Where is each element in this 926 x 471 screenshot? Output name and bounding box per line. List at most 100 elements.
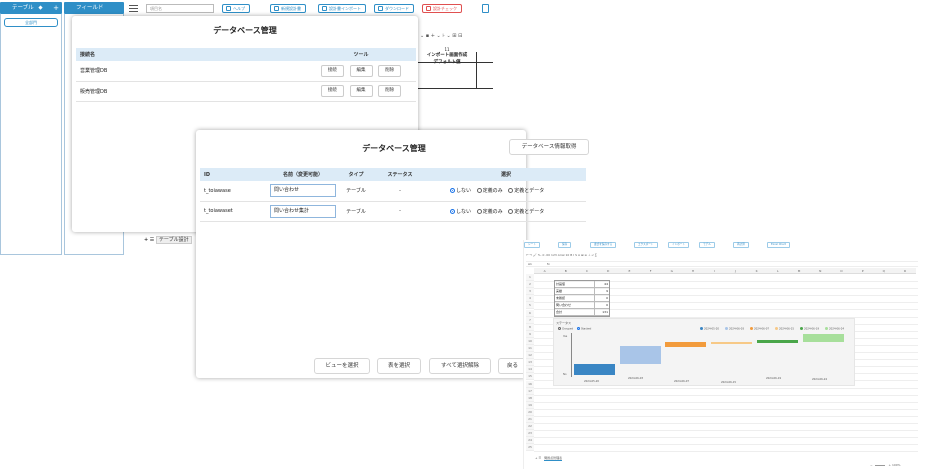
chart-legend-item[interactable]: 2024-06-19 (800, 327, 819, 331)
ss-row-header[interactable]: 11 (526, 345, 534, 352)
ss-row-header[interactable]: 22 (526, 423, 534, 431)
ss-table-value[interactable]: 9 (595, 288, 609, 294)
delete-button[interactable]: 削除 (378, 85, 402, 97)
search-input[interactable]: 項目名 (146, 4, 214, 13)
ss-export-button[interactable]: エクスポート (634, 242, 658, 248)
download-button[interactable]: ダウンロード (374, 4, 414, 13)
ss-column-header[interactable]: H (682, 268, 704, 274)
ss-row-header[interactable]: 8 (526, 323, 534, 331)
all-departments-button[interactable]: 全部門 (4, 18, 58, 27)
ss-row-header[interactable]: 1 (526, 274, 534, 281)
ss-row-header[interactable]: 9 (526, 330, 534, 338)
select-views-button[interactable]: ビューを選択 (314, 358, 370, 374)
ss-column-header[interactable]: I (703, 268, 725, 274)
ss-import-button[interactable]: インポート (668, 242, 689, 248)
ss-column-header[interactable]: N (809, 268, 831, 274)
connect-button[interactable]: 接続 (320, 64, 344, 77)
ss-column-header[interactable]: A (534, 268, 556, 274)
ss-row-header[interactable]: 18 (526, 394, 534, 402)
help-button[interactable]: ヘルプ (222, 4, 250, 13)
ss-row-header[interactable]: 2 (526, 281, 534, 289)
ss-row-header[interactable]: 13 (526, 359, 534, 367)
design-check-button[interactable]: 設計チェック (422, 4, 462, 13)
ss-table-label[interactable]: 合計 (555, 309, 595, 315)
table-panel-tab[interactable]: テーブル ◆ + (0, 2, 62, 14)
radio-definition-only[interactable] (476, 208, 482, 214)
table-dropdown-icon[interactable]: ◆ (38, 5, 42, 11)
connect-button[interactable]: 接続 (320, 85, 344, 97)
ss-column-header[interactable]: L (767, 268, 789, 274)
ss-model-button[interactable]: モデル (699, 242, 715, 248)
ss-column-header[interactable]: K (746, 268, 768, 274)
zoom-slider[interactable] (875, 464, 886, 466)
radio-definition-only[interactable] (476, 188, 482, 194)
zoom-out-icon[interactable]: − (870, 463, 873, 467)
ss-row-header[interactable]: 4 (526, 295, 534, 303)
ss-table-label[interactable]: 問い合わせ (555, 302, 595, 308)
chart-legend-item[interactable]: 2024-06-03 (725, 327, 744, 331)
edit-button[interactable]: 編集 (349, 64, 373, 77)
ss-row-header[interactable]: 5 (526, 302, 534, 310)
add-sheet-icon[interactable]: + (144, 237, 148, 243)
deselect-all-button[interactable]: すべて選択解除 (429, 358, 491, 374)
ss-table-value[interactable]: 0 (595, 295, 609, 301)
chart-legend-item[interactable]: 2024-06-15 (775, 327, 794, 331)
radio-definition-and-data[interactable] (508, 208, 514, 214)
chart-legend-item[interactable]: 2024-05-20 (700, 327, 719, 331)
ss-row-header[interactable]: 25 (526, 444, 534, 452)
ss-column-header[interactable]: O (830, 268, 852, 274)
grouped-radio[interactable] (558, 327, 561, 330)
ss-row-header[interactable]: 17 (526, 387, 534, 395)
ss-row-header[interactable]: 20 (526, 408, 534, 416)
ss-formula-bar[interactable]: A1 fx (526, 261, 918, 267)
ss-column-header[interactable]: Q (873, 268, 895, 274)
ss-row-header[interactable]: 7 (526, 316, 534, 324)
ss-table-label[interactable]: 実績 (555, 288, 595, 294)
select-tables-button[interactable]: 表を選択 (377, 358, 421, 374)
ss-row-header[interactable]: 24 (526, 437, 534, 445)
radio-definition-and-data[interactable] (508, 188, 514, 194)
ss-save-button[interactable]: 保存 (558, 242, 572, 248)
ss-table-label[interactable]: 計画値 (555, 281, 595, 287)
ss-column-header[interactable]: G (661, 268, 683, 274)
design-import-button[interactable]: 設計書インポート (318, 4, 366, 13)
delete-button[interactable]: 削除 (378, 64, 402, 77)
ss-row-header[interactable]: 23 (526, 430, 534, 438)
ss-row-header[interactable]: 14 (526, 366, 534, 374)
ss-sheet-button[interactable]: シート (524, 242, 540, 248)
zoom-in-icon[interactable]: + (888, 463, 891, 467)
sheet-list-icon[interactable]: ☰ (150, 237, 154, 243)
ss-column-header[interactable]: C (576, 268, 598, 274)
ss-row-header[interactable]: 15 (526, 373, 534, 381)
radio-none[interactable] (450, 188, 455, 194)
field-panel-tab[interactable]: フィールド (64, 2, 124, 14)
chart-legend-item[interactable]: 2024-06-24 (825, 327, 844, 331)
ss-table-value[interactable]: 0 (595, 302, 609, 308)
ss-column-header[interactable]: M (788, 268, 810, 274)
edit-button[interactable]: 編集 (349, 85, 373, 97)
menu-icon[interactable] (129, 5, 138, 12)
add-table-icon[interactable]: + (53, 2, 59, 14)
back-button[interactable]: 戻る (498, 358, 526, 374)
ss-excel-chart-button[interactable]: Excel Chart (767, 242, 790, 248)
ss-table-value[interactable]: 131 (595, 309, 609, 315)
ss-recalc-button[interactable]: 再計算 (733, 242, 749, 248)
ss-row-header[interactable]: 16 (526, 380, 534, 388)
new-design-button[interactable]: 新規設計書 (270, 4, 306, 13)
bg-bottom-tab[interactable]: + ☰ テーブル設計 (144, 236, 192, 244)
ss-row-header[interactable]: 6 (526, 309, 534, 317)
ss-row-header[interactable]: 3 (526, 288, 534, 296)
sheet-menu-icon[interactable]: ☰ (538, 456, 541, 460)
ss-row-header[interactable]: 12 (526, 352, 534, 360)
get-database-info-button[interactable]: データベース情報取得 (509, 139, 589, 155)
clipboard-icon[interactable] (482, 4, 489, 13)
ss-table-label[interactable]: 未確認 (555, 295, 595, 301)
sheet-tab[interactable]: 問題点管理表 (544, 456, 563, 461)
ss-column-header[interactable]: B (555, 268, 577, 274)
ss-column-header[interactable]: D (597, 268, 619, 274)
ss-row-header[interactable]: 10 (526, 337, 534, 345)
chart-legend-item[interactable]: 2024-06-07 (750, 327, 769, 331)
ss-column-header[interactable]: J (724, 268, 746, 274)
ss-column-header[interactable]: R (894, 268, 916, 274)
ss-table-value[interactable]: 44 (595, 281, 609, 287)
